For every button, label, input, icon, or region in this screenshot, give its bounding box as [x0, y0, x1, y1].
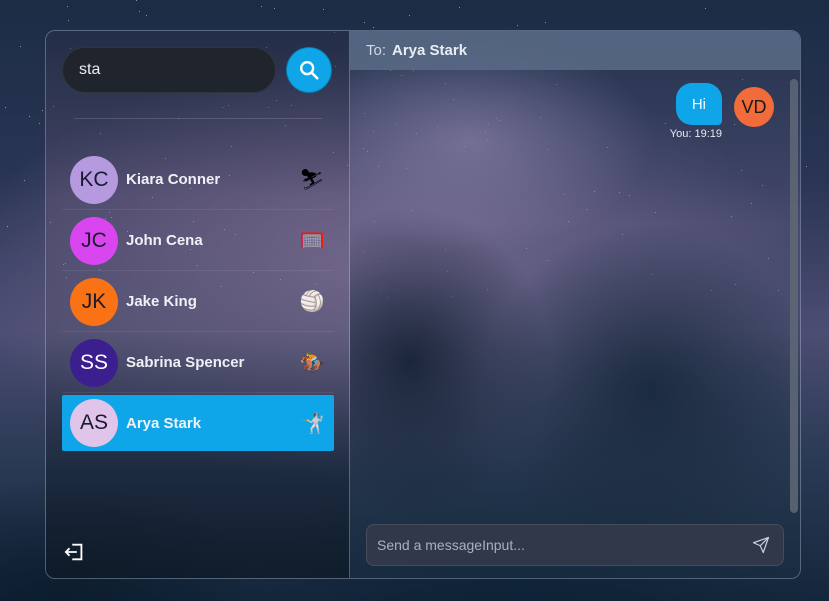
send-icon [752, 536, 770, 554]
contact-name: John Cena [126, 232, 203, 249]
contact-item[interactable]: JC John Cena 🥅 [62, 211, 334, 271]
chat-header: To: Arya Stark [350, 31, 800, 70]
contact-name: Kiara Conner [126, 171, 221, 188]
contact-item[interactable]: JK Jake King 🏐 [62, 272, 334, 332]
contact-item[interactable]: AS Arya Stark 🤺 [62, 395, 334, 451]
avatar: JK [70, 277, 118, 326]
send-button[interactable] [743, 527, 779, 563]
avatar: KC [70, 155, 118, 204]
chat-app-window: KC Kiara Conner ⛷ JC John Cena 🥅 JK Jake King 🏐 S… [45, 30, 801, 579]
fencer-icon: 🤺 [299, 412, 325, 435]
horse-racing-icon: 🏇 [299, 352, 325, 374]
chat-panel: To: Arya Stark Hi VD You: 19:19 [350, 31, 800, 578]
avatar: SS [70, 338, 118, 387]
message-composer [366, 524, 784, 566]
avatar: AS [70, 399, 118, 447]
search-button[interactable] [286, 47, 332, 93]
contact-item[interactable]: KC Kiara Conner ⛷ [62, 150, 334, 210]
message-input[interactable] [367, 536, 743, 554]
goal-net-icon: 🥅 [299, 230, 325, 252]
message-row: Hi VD [675, 83, 774, 127]
contact-item[interactable]: SS Sabrina Spencer 🏇 [62, 333, 334, 393]
message-timestamp: You: 19:19 [669, 128, 722, 140]
search-icon [300, 61, 319, 80]
volleyball-icon: 🏐 [299, 291, 325, 313]
sidebar: KC Kiara Conner ⛷ JC John Cena 🥅 JK Jake King 🏐 S… [46, 31, 350, 578]
contact-name: Jake King [126, 293, 197, 310]
logout-button[interactable] [64, 541, 86, 563]
message-bubble: Hi [675, 83, 722, 125]
search-bar [62, 47, 332, 93]
avatar: VD [734, 87, 774, 127]
logout-icon [64, 543, 83, 561]
sidebar-divider [74, 118, 322, 119]
contact-name: Sabrina Spencer [126, 354, 245, 371]
skier-icon: ⛷ [299, 169, 325, 191]
to-label: To: [366, 42, 387, 59]
search-input[interactable] [62, 47, 276, 93]
scrollbar[interactable] [790, 79, 798, 513]
contact-name: Arya Stark [126, 414, 202, 432]
recipient-name: Arya Stark [392, 42, 468, 59]
contact-list: KC Kiara Conner ⛷ JC John Cena 🥅 JK Jake King 🏐 S… [62, 150, 334, 452]
avatar: JC [70, 216, 118, 265]
